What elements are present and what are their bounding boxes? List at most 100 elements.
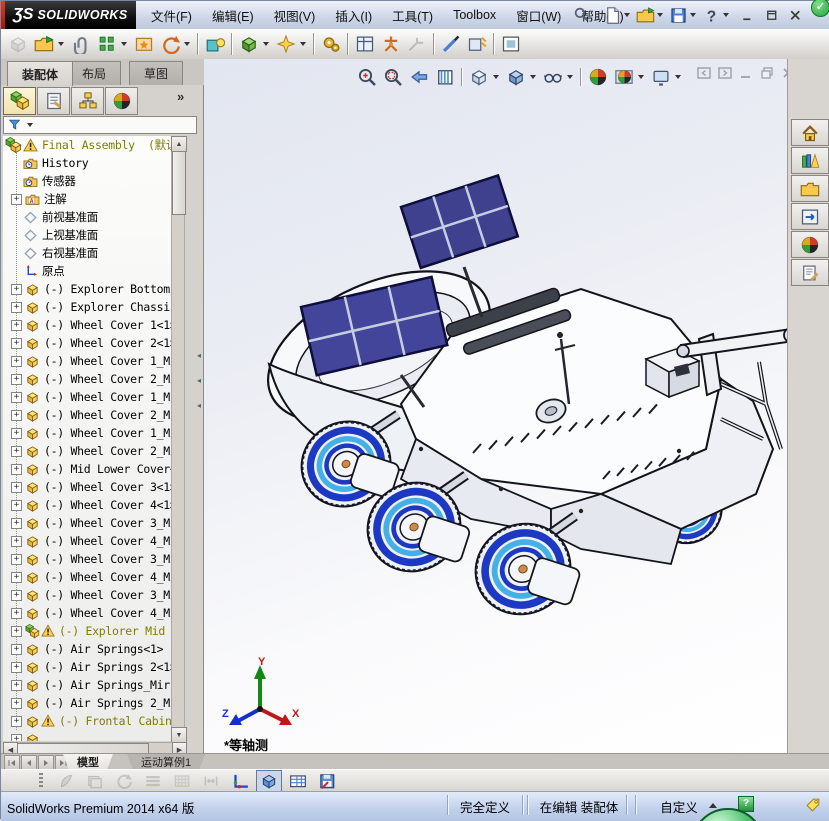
tree-item[interactable]: + (-) Wheel Cover 4<1> (默 [3,496,171,514]
tree-item[interactable]: + (-) Wheel Cover 2_Mirro [3,406,171,424]
expand-toggle[interactable]: + [11,337,22,349]
units-selector[interactable]: 自定义 [651,797,707,816]
view-settings-button[interactable] [648,64,674,90]
tree-item[interactable]: + (-) Wheel Cover 4_Mirro [3,568,171,586]
tab-assembly[interactable]: 装配体 [7,61,74,86]
search-icon[interactable] [573,6,590,23]
panel-overflow-chevron[interactable]: » [177,89,184,104]
motion-study-button[interactable] [318,31,344,57]
zoom-to-area-button[interactable] [380,64,406,90]
component-pattern-button[interactable] [94,31,120,57]
previous-window-button[interactable] [696,65,712,81]
dropdown-arrow[interactable] [567,75,573,79]
graph-axes-button[interactable] [227,770,253,792]
expand-toggle[interactable]: + [11,355,22,367]
assembly-features-button[interactable] [236,31,262,57]
insert-component-button[interactable] [5,31,31,57]
expand-toggle[interactable]: + [11,481,22,493]
expand-toggle[interactable]: + [11,679,22,691]
new-file-icon[interactable] [601,4,623,26]
results-table-button[interactable] [285,770,311,792]
tree-root-item[interactable]: Final Assembly (默认<默 [3,136,171,154]
display-style-button[interactable] [503,64,529,90]
restore-button[interactable] [761,6,781,24]
previous-view-button[interactable] [406,64,432,90]
units-dropdown-arrow[interactable] [709,803,717,808]
next-window-button[interactable] [717,65,733,81]
tab-layout[interactable]: 布局 [67,61,122,85]
expand-toggle[interactable]: + [11,661,22,673]
taskpane-tab-design-library[interactable] [791,147,829,174]
expand-toggle[interactable]: + [11,607,22,619]
graphics-area[interactable]: Y X Z *等轴测 [204,59,787,753]
vscroll-thumb[interactable] [172,151,186,215]
tree-item[interactable]: + (-) Mid Lower Cover<1> [3,460,171,478]
interference-detection-button[interactable] [438,31,464,57]
tree-filter[interactable] [3,116,197,134]
tree-item[interactable]: + (-) Wheel Cover 1_Mirro [3,388,171,406]
animation-wizard-button[interactable] [53,770,79,792]
menu-item[interactable]: 编辑(E) [202,1,264,30]
tree-item[interactable]: + [3,730,171,741]
reference-geometry-button[interactable] [273,31,299,57]
snapshot-button[interactable] [498,31,524,57]
doc-tab-model[interactable]: 模型 [63,754,113,770]
expand-toggle[interactable]: + [11,427,22,439]
apply-scene-button[interactable] [611,64,637,90]
close-doc-button[interactable] [780,65,787,81]
panel-tab-propertymanager[interactable] [37,87,70,115]
tree-item[interactable]: + (-) Frontal Cabin<1> [3,712,171,730]
section-view-button[interactable] [432,64,458,90]
expand-toggle[interactable]: + [11,301,22,313]
exploded-view-button[interactable] [378,31,404,57]
dropdown-arrow[interactable] [638,75,644,79]
tree-item[interactable]: + (-) Wheel Cover 2_Mirro [3,370,171,388]
tree-item[interactable]: + (-) Wheel Cover 3_Mirro [3,586,171,604]
tree-item[interactable]: + (-) Air Springs_MirrorD [3,676,171,694]
dropdown-arrow[interactable] [58,42,64,46]
tree-item[interactable]: + (-) Explorer Bottom Cov [3,280,171,298]
tree-item[interactable]: 右视基准面 [3,244,171,262]
expand-toggle[interactable]: + [11,733,22,741]
move-component-button[interactable] [157,31,183,57]
tree-item[interactable]: + (-) Wheel Cover 3_Mirro [3,514,171,532]
restore-doc-button[interactable] [759,65,775,81]
minimize-doc-button[interactable] [738,65,754,81]
filter-grid-button[interactable] [169,770,195,792]
dropdown-arrow[interactable] [675,75,681,79]
tree-item[interactable]: + (-) Wheel Cover 1_Mirro [3,424,171,442]
nav-prev-button[interactable] [21,755,37,770]
tree-item[interactable]: + (-) Wheel Cover 1_Mirro [3,352,171,370]
dropdown-arrow[interactable] [121,42,127,46]
tree-item[interactable]: 原点 [3,262,171,280]
save-animation-button[interactable] [314,770,340,792]
tree-item[interactable]: + (-) Wheel Cover 1<1> (默 [3,316,171,334]
tree-item[interactable]: + (-) Wheel Cover 4_Mirro [3,604,171,622]
expand-toggle[interactable]: + [11,697,22,709]
expand-toggle[interactable]: + [11,193,22,205]
tree-item[interactable]: + (-) Wheel Cover 3<1> (默 [3,478,171,496]
taskpane-tab-custom-properties[interactable] [791,259,829,286]
rover-3d-model[interactable] [251,149,787,649]
dropdown-arrow[interactable] [493,75,499,79]
autokey-button[interactable] [198,770,224,792]
mate-button[interactable] [68,31,94,57]
expand-toggle[interactable]: + [11,589,22,601]
tree-item[interactable]: + A 注解 [3,190,171,208]
nav-first-button[interactable] [4,755,20,770]
tree-item[interactable]: + (-) Wheel Cover 2_Mirro [3,442,171,460]
expand-toggle[interactable]: + [11,391,22,403]
zoom-to-fit-button[interactable] [354,64,380,90]
tree-item[interactable]: 前视基准面 [3,208,171,226]
tree-item[interactable]: + (-) Air Springs<1> (默 [3,640,171,658]
expand-toggle[interactable]: + [11,463,22,475]
scroll-down-button[interactable]: ▼ [171,727,187,743]
dropdown-arrow[interactable] [300,42,306,46]
taskpane-tab-file-explorer[interactable] [791,175,829,202]
tree-item[interactable]: 上视基准面 [3,226,171,244]
minimize-button[interactable] [737,6,757,24]
play-mode-button[interactable] [111,770,137,792]
tree-item[interactable]: + (-) Air Springs 2_Mirro [3,694,171,712]
tree-item[interactable]: History [3,154,171,172]
tree-item[interactable]: + (-) Air Springs 2<1> (默 [3,658,171,676]
